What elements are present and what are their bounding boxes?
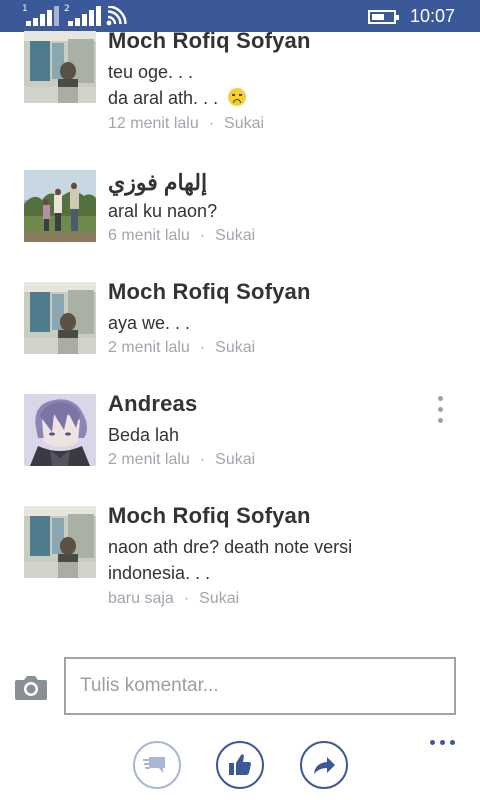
comment-author[interactable]: إلهام فوزي: [108, 170, 207, 196]
comment-text-line: aya we. . .: [108, 313, 191, 333]
comment-text-line: Beda lah: [108, 425, 180, 445]
more-options-icon[interactable]: [430, 740, 458, 748]
comment-meta: 2 menit lalu · Sukai: [108, 451, 256, 468]
like-icon: [229, 754, 251, 775]
comment-time: 12 menit lalu: [108, 115, 199, 132]
wifi-icon: [106, 5, 128, 26]
comment-time: 2 menit lalu: [108, 451, 190, 468]
comment-author[interactable]: Andreas: [108, 391, 197, 417]
comment-input[interactable]: [64, 657, 456, 715]
sim2-signal-icon: 2: [64, 4, 101, 26]
comment-author[interactable]: Moch Rofiq Sofyan: [108, 28, 311, 54]
comment-text-line: naon ath dre? death note versi: [108, 537, 353, 557]
avatar[interactable]: [24, 282, 96, 354]
comment-meta: 12 menit lalu · Sukai: [108, 115, 265, 132]
frowning-face-icon: [228, 88, 247, 106]
comment-text-line: aral ku naon?: [108, 201, 218, 221]
sim1-signal-icon: 1: [22, 4, 59, 26]
comments-button[interactable]: [133, 741, 181, 789]
share-icon: [314, 757, 335, 774]
comment-author[interactable]: Moch Rofiq Sofyan: [108, 279, 311, 305]
like-link[interactable]: Sukai: [215, 339, 255, 356]
comment-time: baru saja: [108, 590, 174, 607]
comment-text-line: da aral ath. . .: [108, 85, 247, 111]
comment-author[interactable]: Moch Rofiq Sofyan: [108, 503, 311, 529]
like-button[interactable]: [216, 741, 264, 789]
comments-icon: [143, 757, 165, 773]
avatar[interactable]: [24, 31, 96, 103]
avatar[interactable]: [24, 170, 96, 242]
comment-options-icon[interactable]: [436, 396, 444, 426]
like-link[interactable]: Sukai: [224, 115, 264, 132]
like-link[interactable]: Sukai: [215, 227, 255, 244]
comment-text-line: teu oge. . .: [108, 62, 194, 82]
comment-time: 6 menit lalu: [108, 227, 190, 244]
comment-meta: 2 menit lalu · Sukai: [108, 339, 256, 356]
camera-icon[interactable]: [14, 673, 48, 701]
comment-text-line: indonesia. . .: [108, 563, 211, 583]
like-link[interactable]: Sukai: [199, 590, 239, 607]
battery-level-fill: [372, 14, 384, 20]
comment-time: 2 menit lalu: [108, 339, 190, 356]
comment-meta: baru saja · Sukai: [108, 590, 240, 607]
avatar[interactable]: [24, 394, 96, 466]
avatar[interactable]: [24, 506, 96, 578]
battery-icon: [368, 10, 399, 24]
comment-meta: 6 menit lalu · Sukai: [108, 227, 256, 244]
share-button[interactable]: [300, 741, 348, 789]
clock: 10:07: [410, 6, 456, 26]
like-link[interactable]: Sukai: [215, 451, 255, 468]
